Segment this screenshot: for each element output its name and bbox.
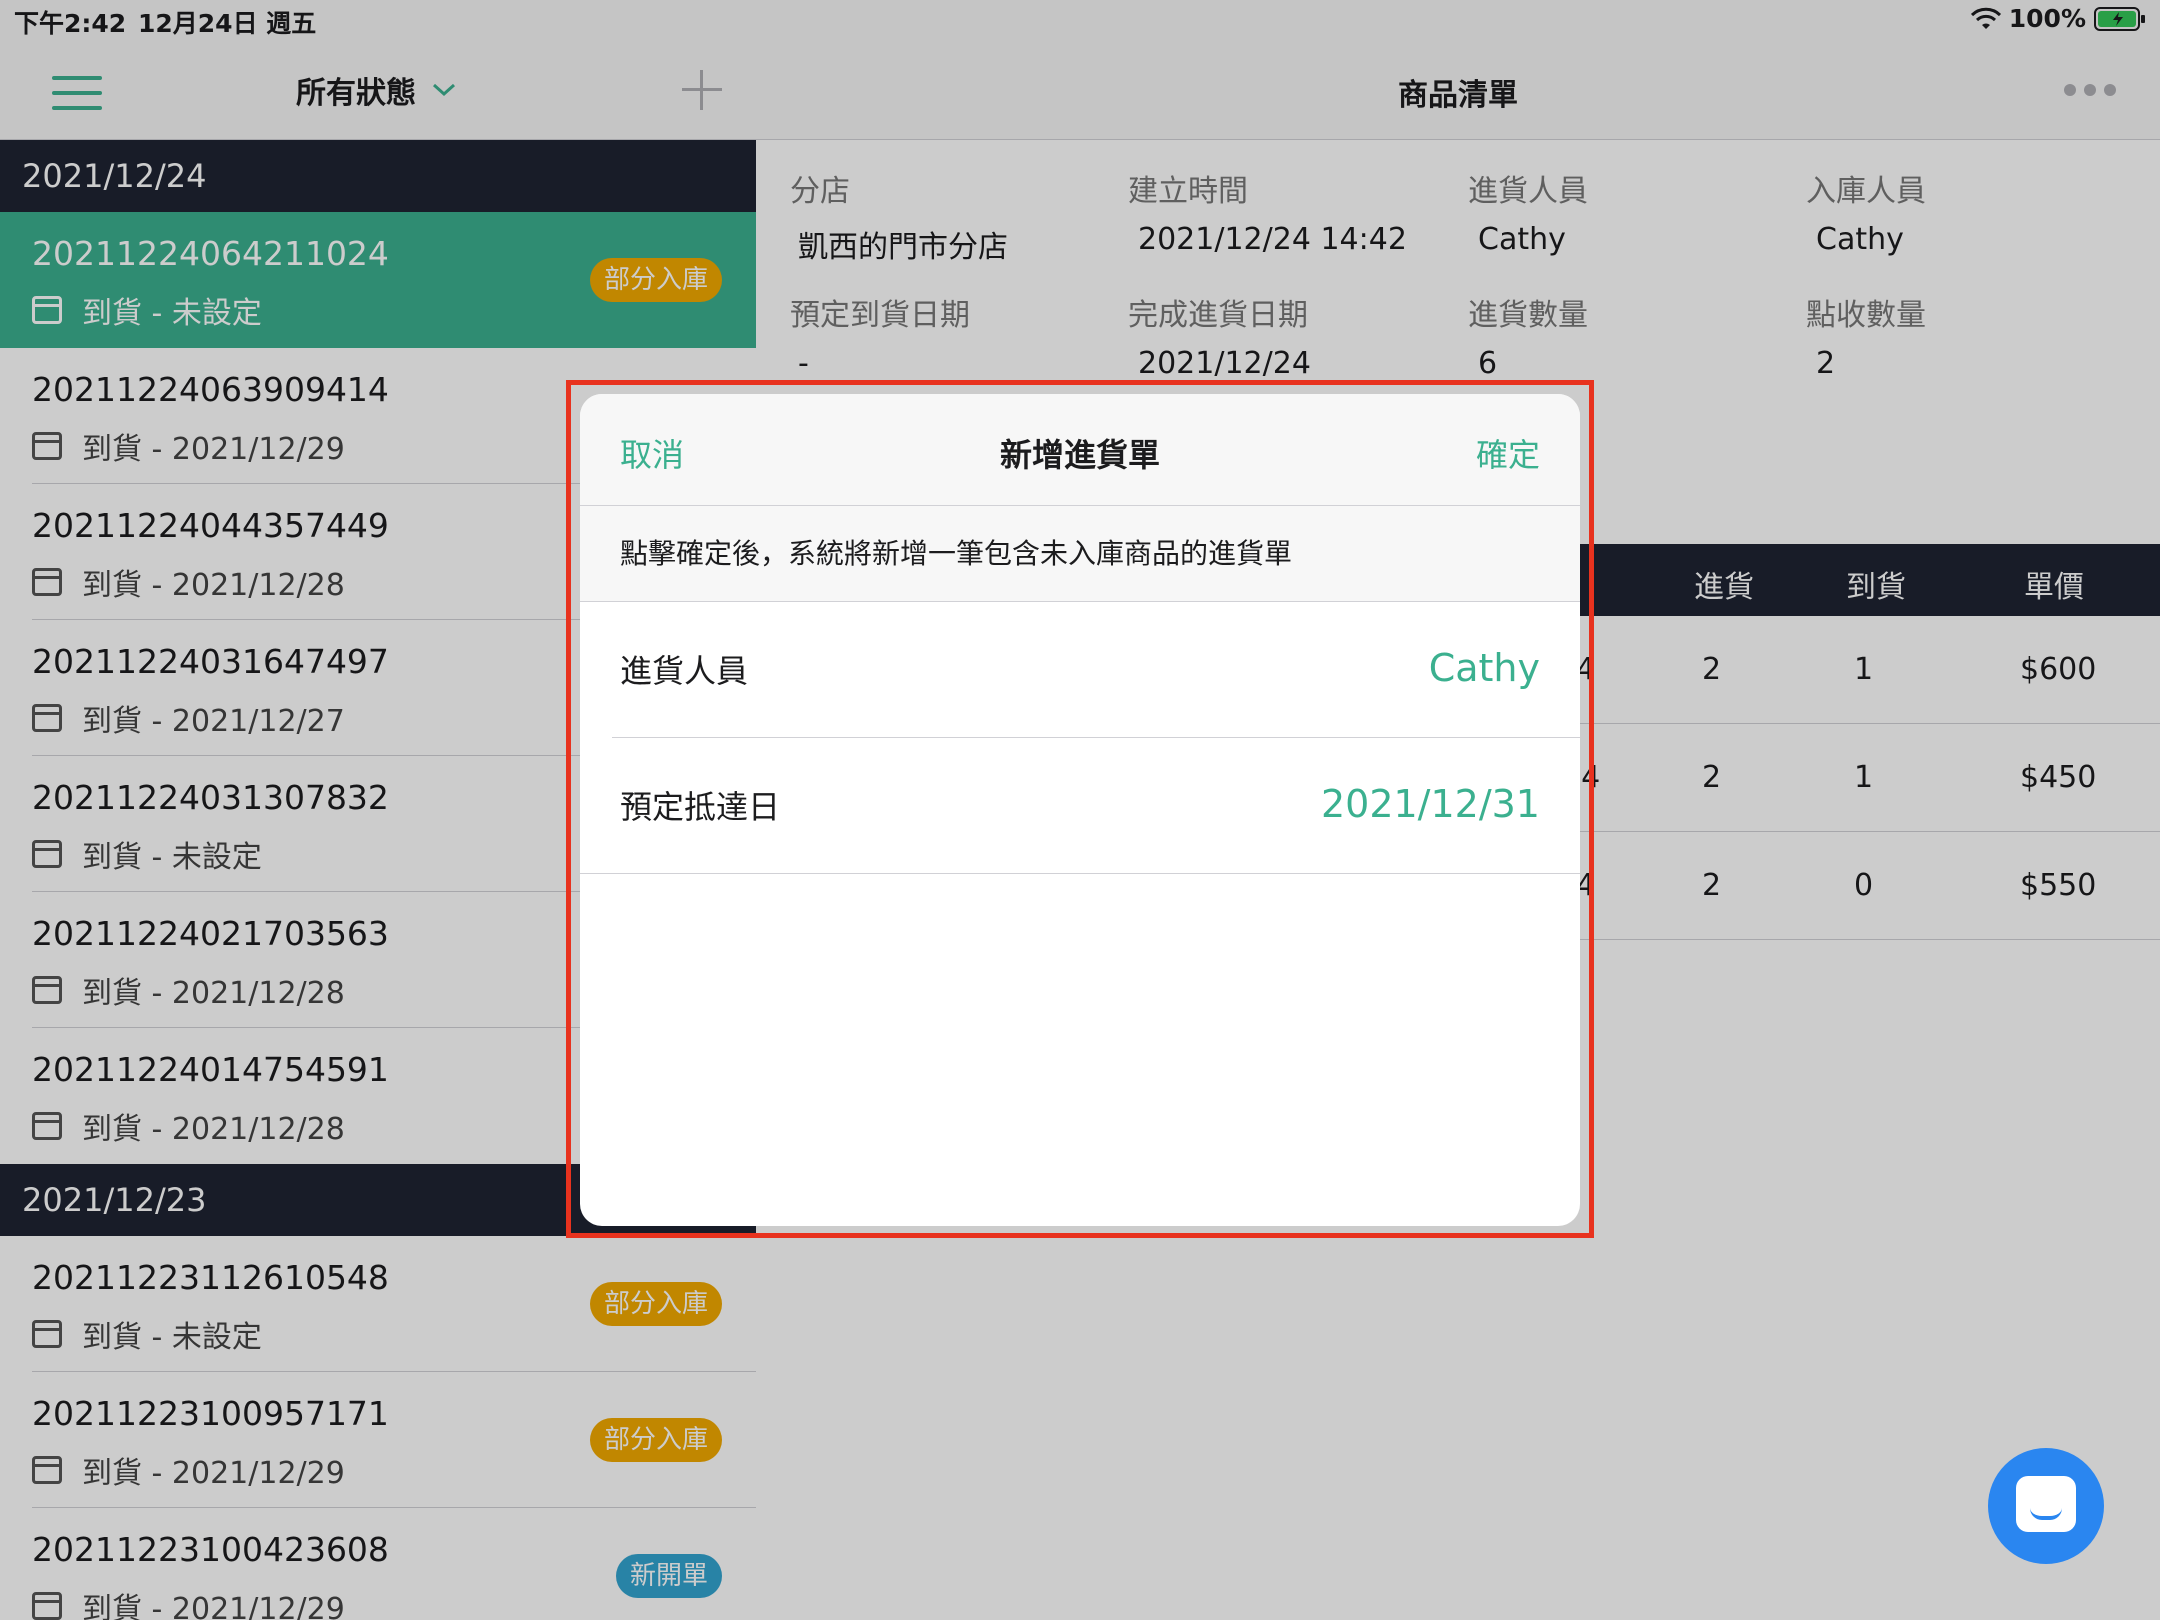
chat-icon [2016,1476,2076,1532]
chat-button[interactable] [1988,1448,2104,1564]
highlight-box [566,380,1594,1238]
